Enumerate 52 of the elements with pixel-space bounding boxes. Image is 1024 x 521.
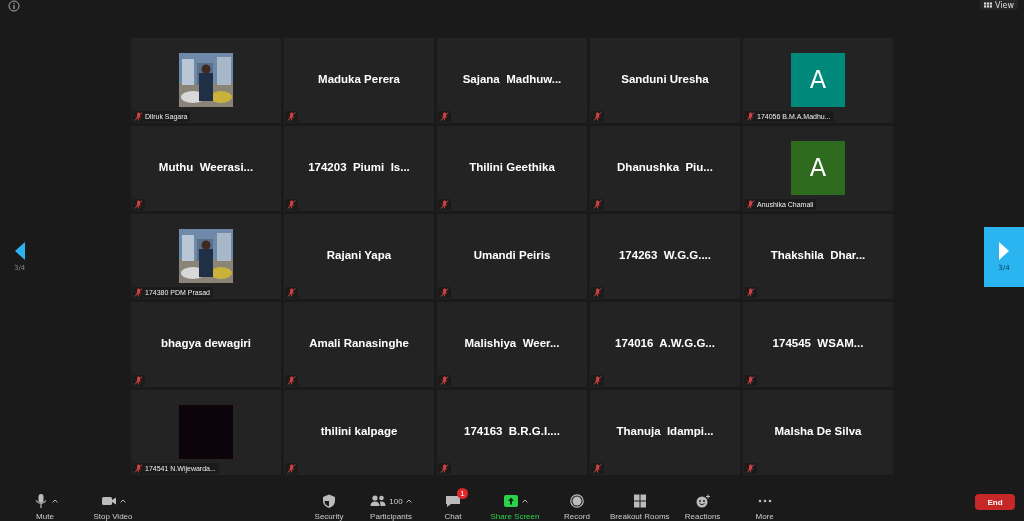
participant-name: Rajani Yapa [326, 248, 392, 261]
participant-name: Sajana Madhuw... [462, 72, 562, 85]
participant-name: Thakshila Dhar... [770, 248, 866, 261]
toolbar-button[interactable]: Breakout Rooms [610, 487, 670, 521]
caret-icon[interactable] [521, 499, 528, 503]
participant-name: Muthu Weerasi... [158, 160, 254, 173]
avatar: A [791, 53, 845, 107]
participant-name: 174016 A.W.G.G... [615, 336, 715, 349]
end-button[interactable]: End [975, 494, 1015, 510]
info-icon[interactable] [8, 0, 20, 12]
people-icon [370, 494, 387, 508]
right-arrow-icon [999, 241, 1009, 260]
notification-badge: 1 [457, 488, 468, 499]
participant-name: 174263 W.G.G.... [618, 248, 711, 261]
toolbar-button[interactable]: Security [300, 487, 358, 521]
toolbar-button[interactable]: Stop Video [84, 487, 142, 521]
speech-bubble-icon [445, 494, 461, 508]
video-frame [179, 405, 233, 459]
four-squares-icon [631, 494, 648, 508]
smiley-icon [694, 494, 711, 508]
participant-count: 100 [389, 496, 403, 506]
participant-name: 174163 B.R.G.I.... [464, 424, 560, 437]
caret-icon[interactable] [119, 499, 126, 503]
participant-name: thilini kalpage [320, 424, 398, 437]
caret-icon[interactable] [405, 499, 412, 503]
participant-name: Sanduni Uresha [621, 72, 709, 85]
view-button[interactable]: View [980, 0, 1018, 10]
participant-name: Thanuja Idampi... [616, 424, 714, 437]
participant-name: 174203 Piumi Is... [308, 160, 410, 173]
grid-icon [984, 2, 992, 8]
toolbar-button[interactable]: Mute [16, 487, 74, 521]
toolbar-button[interactable]: Share Screen [486, 487, 544, 521]
camera-icon [100, 494, 117, 508]
participant-name: 174545 WSAM... [772, 336, 864, 349]
participant-name: Thilini Geethika [469, 160, 555, 173]
participant-name: Dhanushka Piu... [617, 160, 713, 173]
participant-name: Maduka Perera [318, 72, 400, 85]
avatar: A [791, 141, 845, 195]
caret-icon[interactable] [51, 499, 58, 503]
record-icon [569, 494, 585, 508]
shield-icon [321, 494, 337, 508]
toolbar-button[interactable]: More [735, 487, 794, 521]
participant-name: Malishiya Weer... [464, 336, 560, 349]
toolbar-button[interactable]: 1 Chat [424, 487, 482, 521]
toolbar-button[interactable]: Reactions [673, 487, 732, 521]
left-arrow-icon [14, 241, 25, 260]
participant-name: Amali Ranasinghe [309, 336, 409, 349]
participant-name: Malsha De Silva [774, 424, 862, 437]
participant-name: bhagya dewagiri [160, 336, 252, 349]
toolbar-button[interactable]: Record [548, 487, 606, 521]
toolbar-button[interactable]: 100 Participants [362, 487, 420, 521]
participant-name: Umandi Peiris [473, 248, 551, 261]
